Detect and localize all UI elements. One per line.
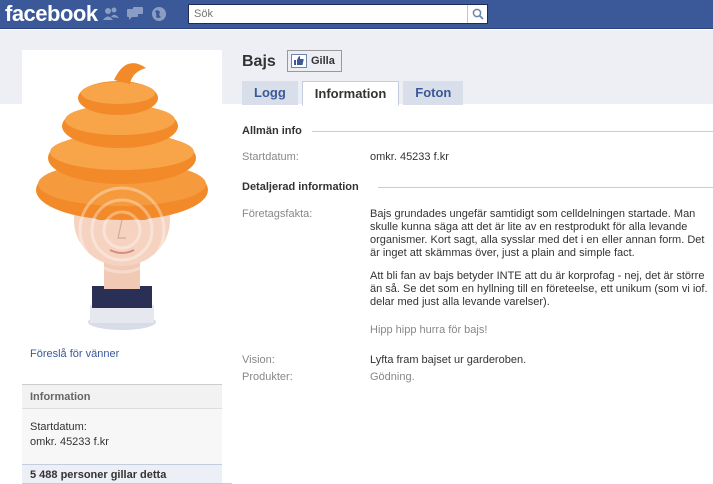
poop-hat-mannequin-image — [22, 50, 222, 335]
sidebar-start-label: Startdatum: — [30, 421, 87, 433]
notifications-globe-icon[interactable] — [150, 5, 168, 23]
likes-count[interactable]: 5 488 personer gillar detta — [30, 469, 166, 481]
products-label: Produkter: — [242, 371, 293, 383]
general-info-title: Allmän info — [242, 125, 302, 137]
sidebar-start-value: omkr. 45233 f.kr — [30, 436, 109, 448]
facebook-logo[interactable]: facebook — [5, 1, 98, 27]
detailed-info-title: Detaljerad information — [242, 181, 359, 193]
search-input[interactable] — [189, 5, 467, 23]
products-value: Gödning. — [370, 371, 415, 383]
page-title: Bajs — [242, 53, 276, 70]
tab-information[interactable]: Information — [301, 81, 400, 106]
tab-logg[interactable]: Logg — [242, 81, 298, 105]
messages-icon[interactable] — [126, 5, 144, 23]
facts-label: Företagsfakta: — [242, 208, 313, 220]
search-icon — [472, 8, 484, 20]
search-button[interactable] — [467, 5, 487, 23]
thumbs-up-icon — [291, 54, 307, 68]
suggest-to-friends-link[interactable]: Föreslå för vänner — [30, 348, 119, 360]
facts-paragraph-2: Att bli fan av bajs betyder INTE att du … — [370, 270, 708, 308]
vision-value: Lyfta fram bajset ur garderoben. — [370, 354, 527, 366]
top-bar: facebook — [0, 0, 713, 29]
likes-count-box: 5 488 personer gillar detta — [22, 464, 222, 484]
friend-requests-icon[interactable] — [102, 5, 120, 23]
detailed-info-divider — [378, 187, 713, 188]
general-start-label: Startdatum: — [242, 151, 299, 163]
tab-foton[interactable]: Foton — [403, 81, 464, 105]
profile-picture[interactable] — [22, 50, 222, 335]
like-button-label: Gilla — [311, 55, 335, 67]
like-button[interactable]: Gilla — [287, 50, 342, 72]
vision-label: Vision: — [242, 354, 275, 366]
search-box — [188, 4, 488, 24]
notification-jewels — [102, 5, 168, 23]
sidebar-info-header: Information — [22, 385, 222, 409]
page-tabs: Logg Information Foton — [242, 81, 464, 106]
facts-paragraph-1: Bajs grundades ungefär samtidigt som cel… — [370, 208, 705, 259]
general-info-divider — [312, 131, 713, 132]
facts-paragraph-3: Hipp hipp hurra för bajs! — [370, 324, 488, 336]
general-start-value: omkr. 45233 f.kr — [370, 151, 449, 163]
